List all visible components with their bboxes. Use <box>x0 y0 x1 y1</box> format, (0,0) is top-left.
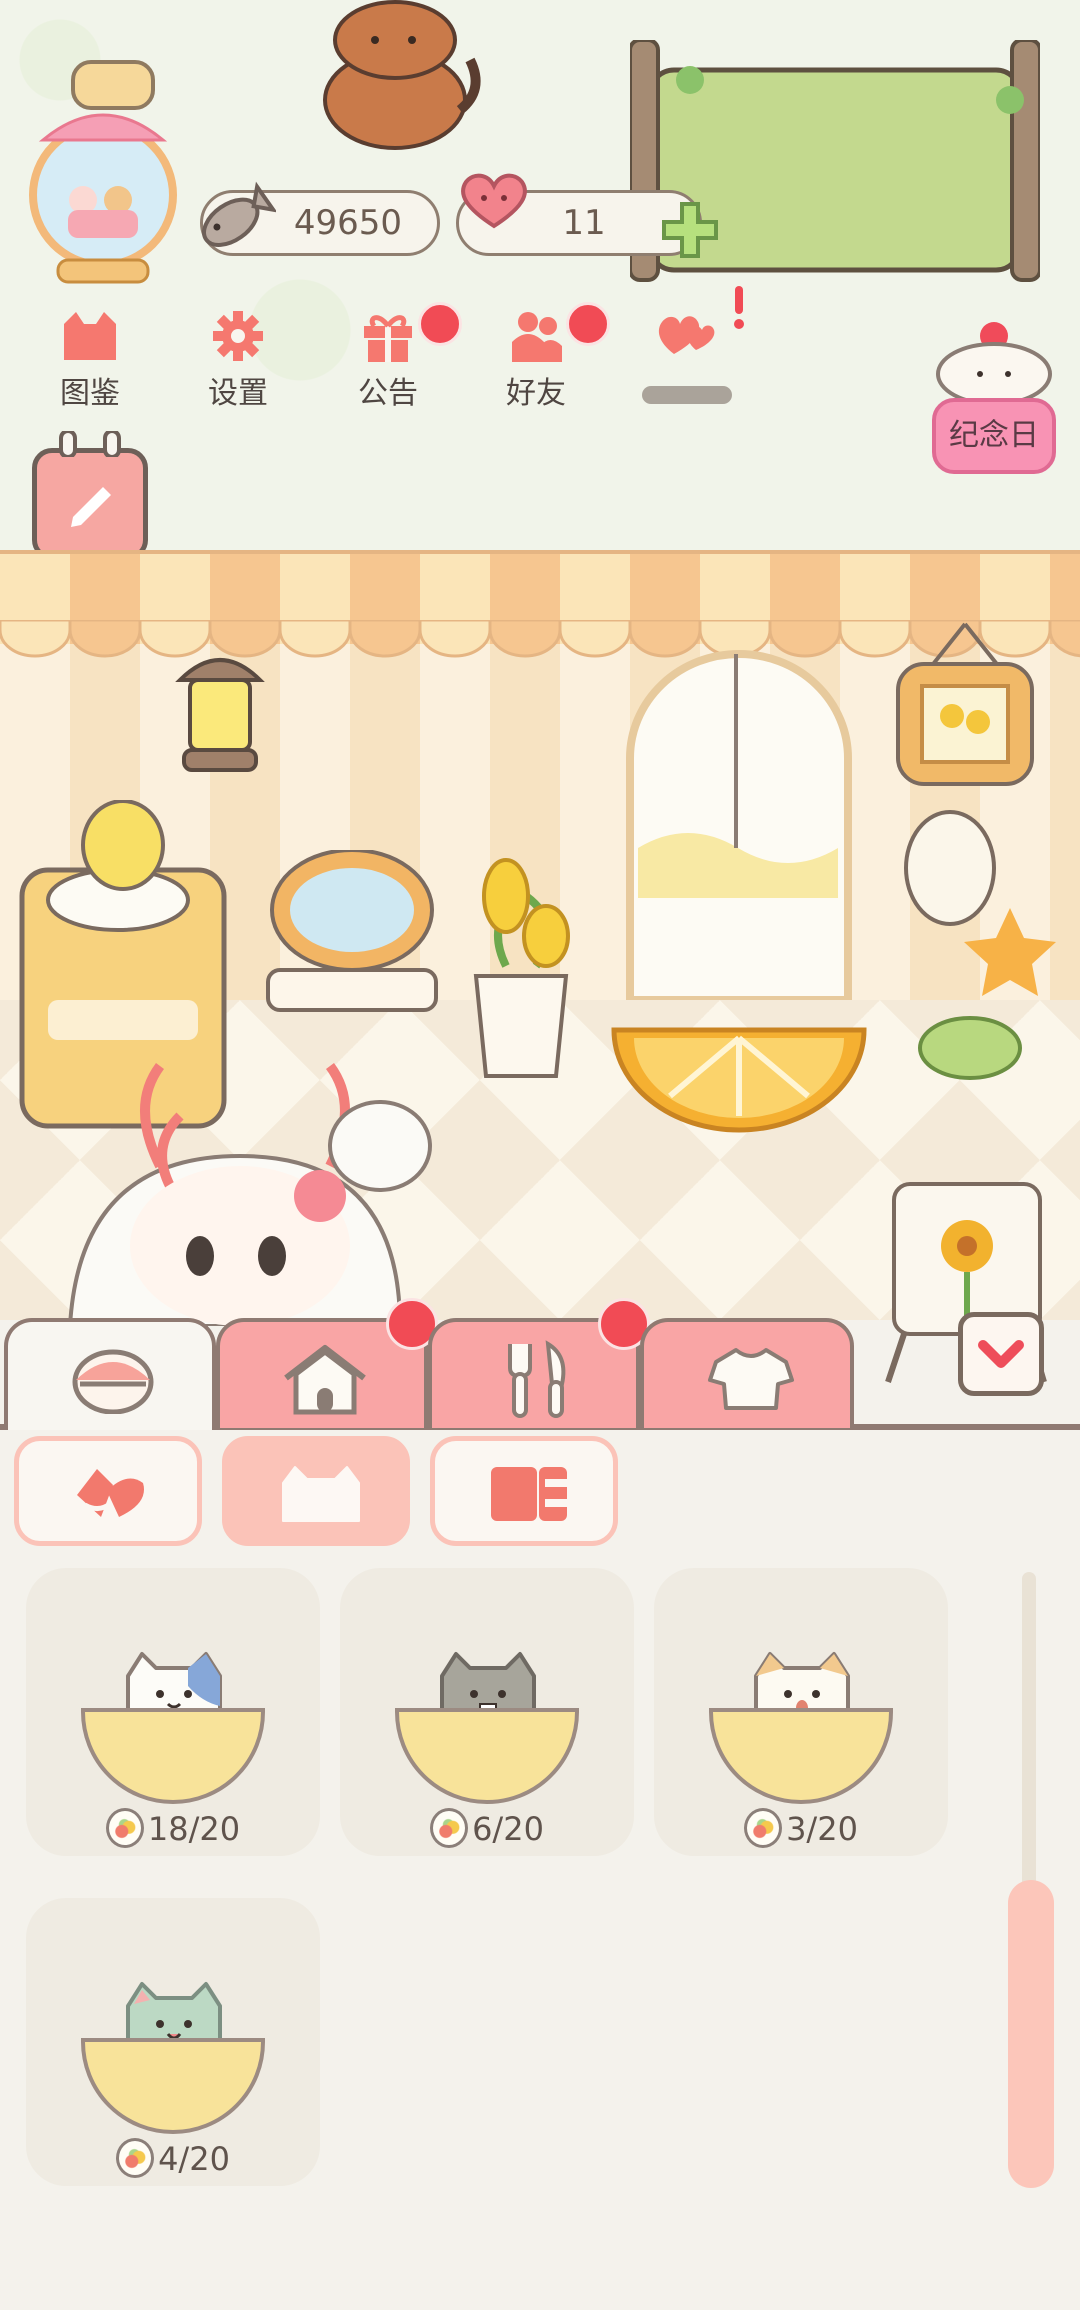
cat-count: 4/20 <box>158 2140 230 2178</box>
tabby-cat-illustration <box>300 0 490 150</box>
green-bench-illustration <box>628 38 1042 300</box>
doorway <box>624 648 854 1004</box>
add-hearts-button[interactable] <box>660 200 720 260</box>
friends-badge <box>566 302 610 346</box>
anniversary-label: 纪念日 <box>949 418 1039 453</box>
tab-character[interactable] <box>4 1318 216 1430</box>
tab-outfit[interactable] <box>640 1318 854 1428</box>
pencil-icon <box>63 477 119 533</box>
orange-slice-rug <box>610 1026 868 1136</box>
subtab-cats[interactable] <box>222 1436 410 1546</box>
egg-icon <box>116 2138 155 2178</box>
gear-icon <box>208 310 268 362</box>
cat-count: 18/20 <box>147 1810 241 1848</box>
cat-count: 3/20 <box>786 1810 858 1848</box>
food-bowl <box>81 1708 265 1804</box>
collapse-panel-button[interactable] <box>958 1312 1044 1396</box>
settings-button[interactable]: 设置 <box>178 300 298 411</box>
hearts-icon <box>656 310 716 362</box>
announcement-badge <box>418 302 462 346</box>
globe-icon[interactable] <box>28 60 178 290</box>
character-face-icon <box>68 1344 158 1415</box>
subtab-book[interactable] <box>430 1436 618 1546</box>
shirt-icon <box>706 1344 796 1414</box>
outdoor-scene: 49650 11 图鉴 设置 公告 好友 纪念日 <box>0 0 1080 560</box>
gift-icon <box>358 310 418 362</box>
collection-label: 图鉴 <box>60 376 120 411</box>
food-bowl <box>709 1708 893 1804</box>
settings-label: 设置 <box>208 376 268 411</box>
character-avatar <box>40 1036 480 1328</box>
hearts-menu-placeholder <box>642 386 732 404</box>
wall-lantern <box>160 640 280 790</box>
cat-face-icon <box>277 1463 365 1525</box>
egg-icon <box>744 1808 783 1848</box>
chevron-down-icon <box>977 1331 1025 1377</box>
edit-button[interactable] <box>32 429 148 560</box>
cat-count-row: 3/20 <box>654 1806 948 1852</box>
cat-count: 6/20 <box>472 1810 544 1848</box>
fork-knife-icon <box>492 1340 582 1418</box>
announcement-label: 公告 <box>358 376 418 411</box>
cat-card[interactable]: 18/20 <box>26 1568 320 1856</box>
cat-count-row: 6/20 <box>340 1806 634 1852</box>
cat-card[interactable]: 4/20 <box>26 1898 320 2186</box>
hearts-menu-button[interactable] <box>626 300 746 410</box>
heart-icon <box>456 170 532 230</box>
egg-icon <box>105 1808 144 1848</box>
egg-icon <box>430 1808 469 1848</box>
friends-label: 好友 <box>506 376 566 411</box>
cat-card[interactable]: 6/20 <box>340 1568 634 1856</box>
binder-rings <box>57 429 123 459</box>
cat-count-row: 4/20 <box>26 2136 320 2182</box>
scrollbar-thumb[interactable] <box>1008 1880 1054 2188</box>
alert-exclamation-icon <box>730 286 748 332</box>
food-bowl <box>81 2038 265 2134</box>
cat-face-icon <box>60 310 120 362</box>
food-bowl <box>395 1708 579 1804</box>
house-icon <box>280 1342 370 1416</box>
collection-button[interactable]: 图鉴 <box>30 300 150 411</box>
anniversary-label-box: 纪念日 <box>932 398 1056 474</box>
cat-card[interactable]: 3/20 <box>654 1568 948 1856</box>
flower-painting <box>890 618 1040 788</box>
anniversary-button[interactable]: 纪念日 <box>928 318 1060 478</box>
book-icon <box>489 1465 569 1523</box>
cat-count-row: 18/20 <box>26 1806 320 1852</box>
hearts-icon <box>71 1465 149 1521</box>
subtab-hearts[interactable] <box>14 1436 202 1546</box>
fish-currency-value: 49650 <box>293 203 403 243</box>
fish-icon <box>192 178 278 262</box>
banana-balloon-stand <box>880 808 1070 1128</box>
friends-icon <box>506 310 566 362</box>
